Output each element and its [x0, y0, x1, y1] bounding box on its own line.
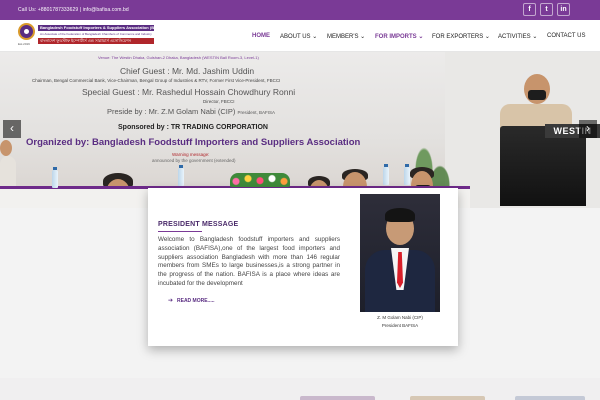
chevron-down-icon: ⌄	[418, 34, 424, 40]
phone-number[interactable]: +8801787333629	[38, 7, 78, 13]
section-title: PRESIDENT MESSAGE	[158, 221, 239, 228]
nav-for-imports-label: FOR IMPORTS	[375, 34, 417, 40]
section-thumbnail	[410, 396, 485, 400]
president-message-text: Welcome to Bangladesh foodstuff importer…	[158, 236, 340, 287]
logo-estd: Est.2019	[18, 42, 30, 46]
nav-home[interactable]: HOME	[252, 33, 270, 39]
nav-contact-us[interactable]: CONTACT US	[547, 33, 585, 39]
slider-next-button[interactable]: ›	[579, 120, 597, 138]
banner-sponsor: Sponsored by : TR TRADING CORPORATION	[118, 124, 268, 131]
logo-bangla-name: বাংলাদেশ ফুডস্টাফ ইম্পোর্টার্স এন্ড সাপ্…	[38, 38, 154, 44]
banner-special-guest: Special Guest : Mr. Rashedul Hossain Cho…	[82, 87, 296, 97]
hero-slider: Venue: The Westin Dhaka, Gulshan-2 Dhaka…	[0, 52, 600, 208]
logo-emblem-icon	[18, 23, 35, 40]
flower-bouquet	[230, 173, 290, 187]
nav-home-label: HOME	[252, 33, 270, 39]
facebook-icon[interactable]: f	[523, 3, 536, 16]
arrow-right-icon: ➔	[168, 298, 174, 304]
call-label: Call Us	[18, 7, 35, 13]
banner-organizer: Organized by: Bangladesh Foodstuff Impor…	[26, 137, 361, 148]
water-bottle	[178, 165, 184, 186]
president-message-card: PRESIDENT MESSAGE Welcome to Bangladesh …	[148, 188, 458, 346]
site-logo[interactable]: Est.2019 Bangladesh Foodstuff Importers …	[18, 23, 154, 47]
water-bottle	[404, 164, 410, 185]
section-thumbnail	[300, 396, 375, 400]
banner-preside-title: President, BAFISA	[237, 110, 275, 115]
nav-activities-label: ACTIVITIES	[498, 34, 531, 40]
nav-contact-us-label: CONTACT US	[547, 33, 586, 39]
email-link[interactable]: info@bafisa.com.bd	[83, 7, 129, 13]
nav-activities[interactable]: ACTIVITIES ⌄	[498, 33, 537, 40]
section-thumbnail	[515, 396, 585, 400]
podium	[500, 126, 586, 206]
president-role: President BAFISA	[381, 323, 419, 328]
nav-about-us[interactable]: ABOUT US ⌄	[280, 33, 317, 40]
president-photo	[360, 194, 440, 312]
banner-chief-guest-title: Chairman, Bengal Commercial Bank, Vice-C…	[32, 78, 281, 83]
title-divider	[158, 231, 202, 232]
banner-special-guest-title: Director, FBCCI	[203, 99, 235, 104]
next-section	[0, 378, 600, 400]
banner-venue: Venue: The Westin Dhaka, Gulshan-2 Dhaka…	[98, 55, 259, 60]
nav-members[interactable]: MEMBER'S ⌄	[327, 33, 365, 40]
nav-members-label: MEMBER'S	[327, 34, 359, 40]
chevron-down-icon: ⌄	[312, 34, 318, 40]
logo-affiliation: An Associate of the Federation of Bangla…	[38, 32, 154, 37]
president-caption: Z. M Golam Nabi (CIP) President BAFISA	[360, 314, 440, 330]
twitter-icon[interactable]: t	[540, 3, 553, 16]
nav-about-us-label: ABOUT US	[280, 34, 311, 40]
read-more-link[interactable]: READ MORE.....	[177, 298, 215, 304]
chevron-down-icon: ⌄	[532, 34, 538, 40]
slider-prev-button[interactable]: ‹	[3, 120, 21, 138]
event-banner: Venue: The Westin Dhaka, Gulshan-2 Dhaka…	[0, 52, 445, 208]
nav-for-exporters-label: FOR EXPORTERS	[432, 34, 484, 40]
top-contact-bar: Call Us: +8801787333629 | info@bafisa.co…	[0, 0, 600, 20]
chevron-down-icon: ⌄	[360, 34, 366, 40]
linkedin-icon[interactable]: in	[557, 3, 570, 16]
contact-info: Call Us: +8801787333629 | info@bafisa.co…	[18, 7, 129, 13]
banner-warning: Warning message:	[172, 152, 210, 157]
president-name: Z. M Golam Nabi (CIP)	[377, 315, 423, 320]
water-bottle	[383, 164, 389, 185]
chevron-down-icon: ⌄	[484, 34, 490, 40]
banner-chief-guest: Chief Guest : Mr. Md. Jashim Uddin	[120, 66, 255, 76]
banner-preside: Preside by : Mr. Z.M Golam Nabi (CIP) Pr…	[107, 107, 275, 116]
site-header: Est.2019 Bangladesh Foodstuff Importers …	[0, 20, 600, 52]
banner-warning-sub: announced by the government (extended)	[152, 158, 236, 163]
nav-for-imports[interactable]: FOR IMPORTS ⌄	[375, 33, 423, 40]
logo-name: Bangladesh Foodstuff Importers & Supplie…	[38, 25, 154, 31]
water-bottle	[52, 167, 58, 188]
banner-preside-name: Preside by : Mr. Z.M Golam Nabi (CIP)	[107, 107, 236, 116]
nav-for-exporters[interactable]: FOR EXPORTERS ⌄	[432, 33, 490, 40]
